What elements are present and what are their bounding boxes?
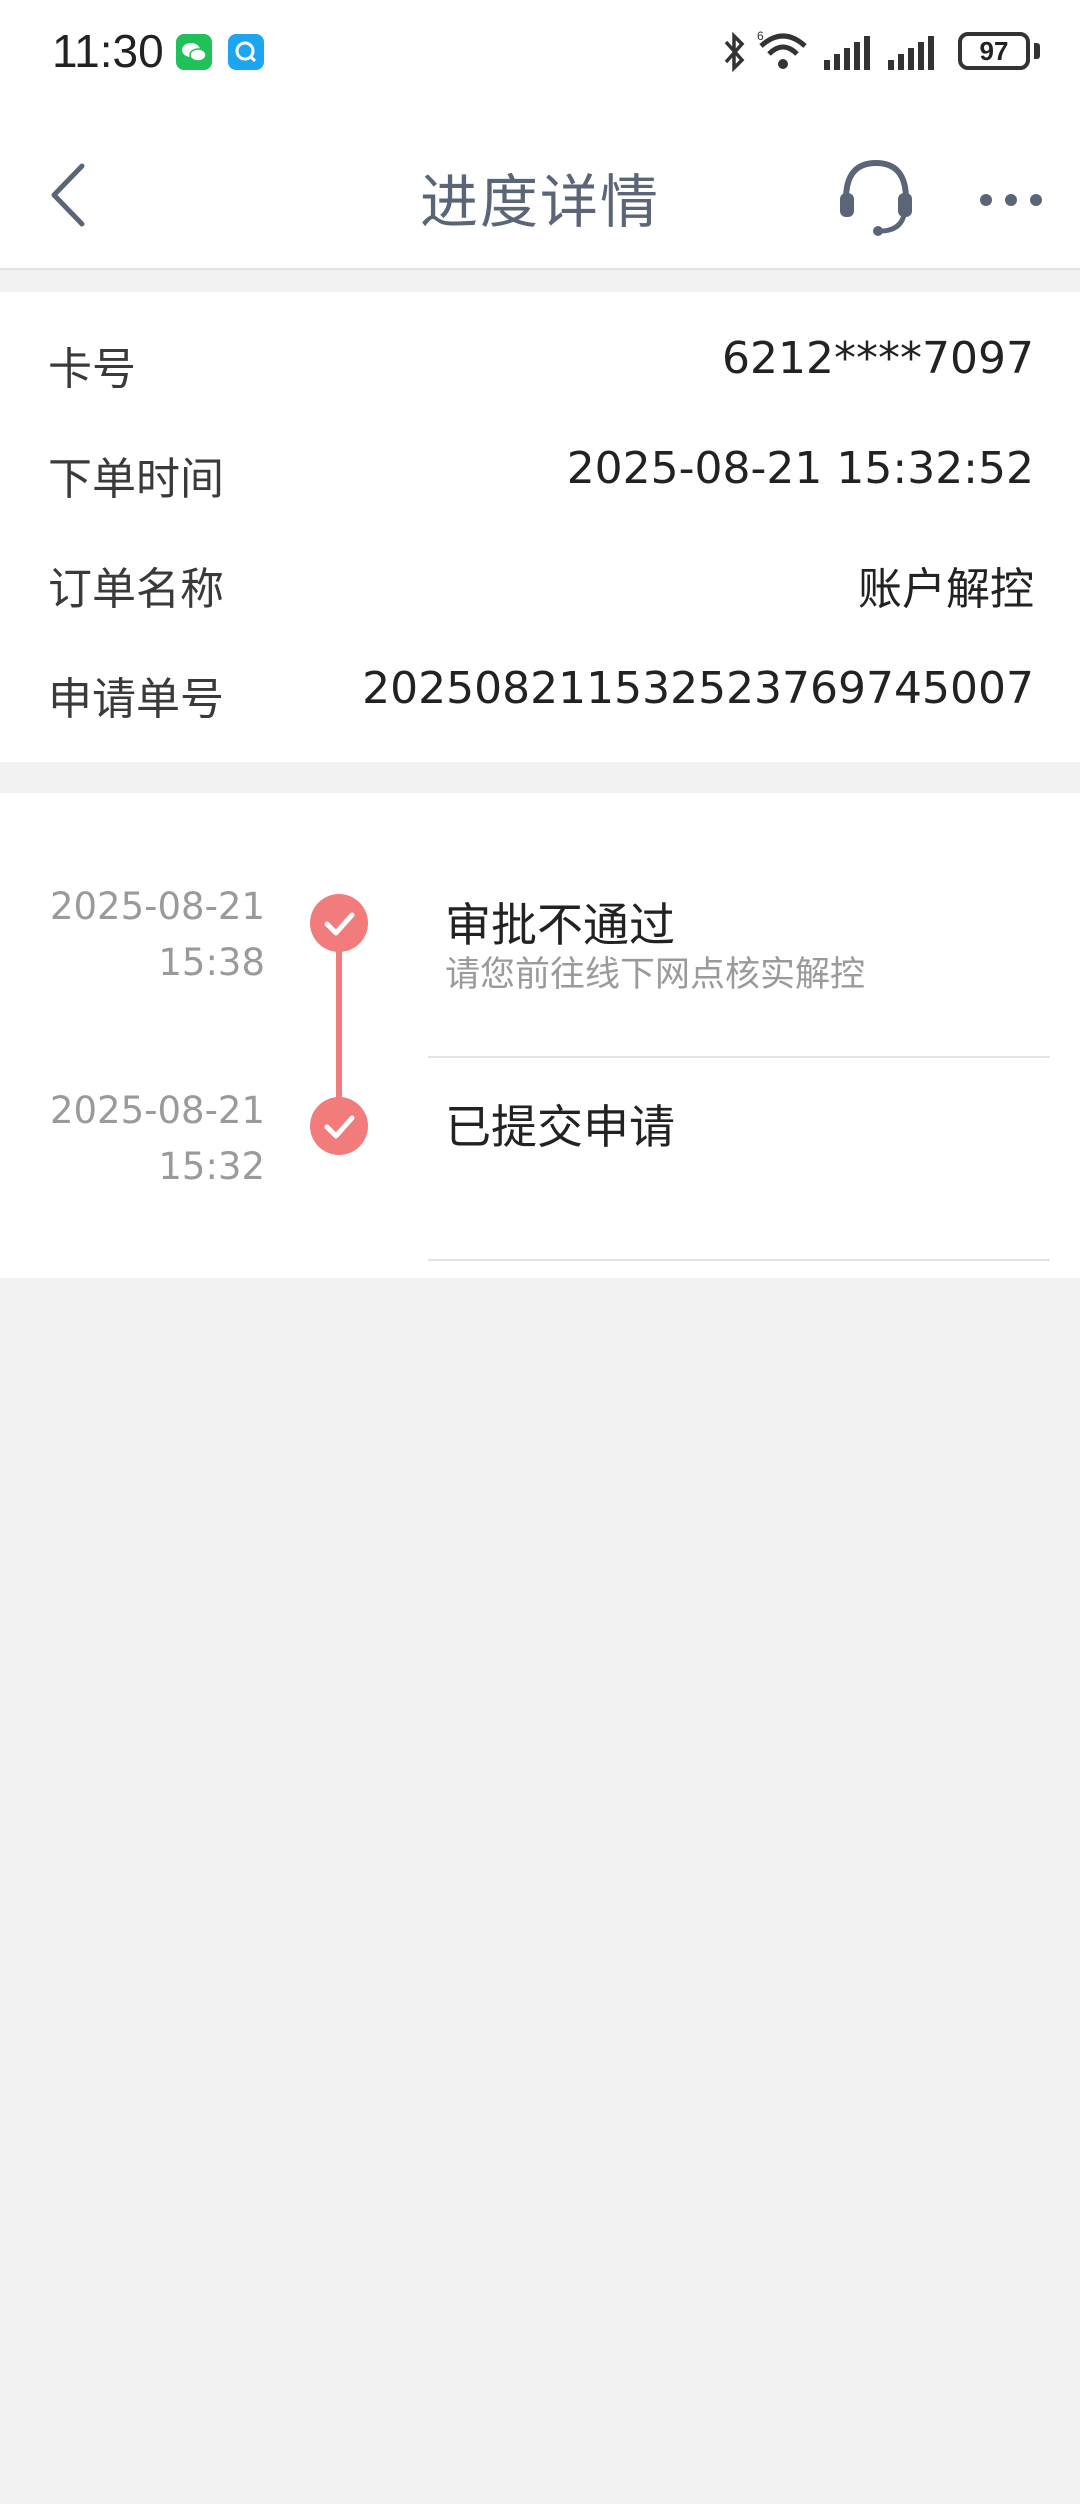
application-number-value: 202508211532523769745007 (362, 663, 1034, 714)
order-time-label: 下单时间 (48, 454, 224, 505)
more-button[interactable] (976, 185, 1046, 215)
info-row-order-time: 下单时间 2025-08-21 15:32:52 (48, 429, 1034, 509)
wechat-icon (176, 34, 212, 70)
status-bar: 11:30 6 97 (0, 0, 1080, 105)
order-info-card: 卡号 6212****7097 下单时间 2025-08-21 15:32:52… (0, 292, 1080, 762)
timeline-item-1-subtitle: 请您前往线下网点核实解控 (445, 955, 866, 995)
signal-icon (824, 36, 870, 70)
order-time-value: 2025-08-21 15:32:52 (566, 443, 1034, 494)
timeline-item-1-time: 15:38 (158, 941, 265, 984)
check-circle-icon (310, 1097, 368, 1155)
search-app-icon (228, 34, 264, 70)
battery-indicator: 97 (958, 32, 1030, 70)
info-row-card-number: 卡号 6212****7097 (48, 319, 1034, 399)
timeline-divider (428, 1259, 1050, 1261)
application-number-label: 申请单号 (48, 674, 224, 725)
headset-icon (840, 159, 912, 236)
info-row-order-name: 订单名称 账户解控 (48, 539, 1034, 619)
timeline-item-2-title: 已提交申请 (445, 1100, 675, 1154)
more-dots-icon (980, 194, 1042, 206)
card-number-value: 6212****7097 (722, 333, 1034, 384)
order-name-label: 订单名称 (48, 564, 224, 615)
bluetooth-icon (724, 31, 745, 73)
timeline-connector (336, 923, 342, 1123)
customer-service-button[interactable] (832, 155, 920, 237)
timeline-divider (428, 1056, 1050, 1058)
status-time: 11:30 (52, 25, 164, 77)
battery-level: 97 (979, 36, 1009, 66)
check-circle-icon (310, 894, 368, 952)
order-name-value: 账户解控 (858, 564, 1034, 615)
wifi-icon: 6 (757, 29, 807, 69)
timeline-item-1-date: 2025-08-21 (49, 885, 265, 928)
info-row-application-number: 申请单号 202508211532523769745007 (48, 649, 1034, 729)
battery-tip (1034, 43, 1040, 59)
card-number-label: 卡号 (48, 344, 136, 395)
timeline-item-2-date: 2025-08-21 (49, 1089, 265, 1132)
nav-bar: 进度详情 (0, 105, 1080, 270)
svg-text:6: 6 (757, 29, 764, 43)
timeline-item-2-time: 15:32 (158, 1145, 265, 1188)
progress-timeline: 2025-08-21 15:38 审批不通过 请您前往线下网点核实解控 2025… (0, 793, 1080, 1278)
signal-icon-2 (888, 36, 934, 70)
